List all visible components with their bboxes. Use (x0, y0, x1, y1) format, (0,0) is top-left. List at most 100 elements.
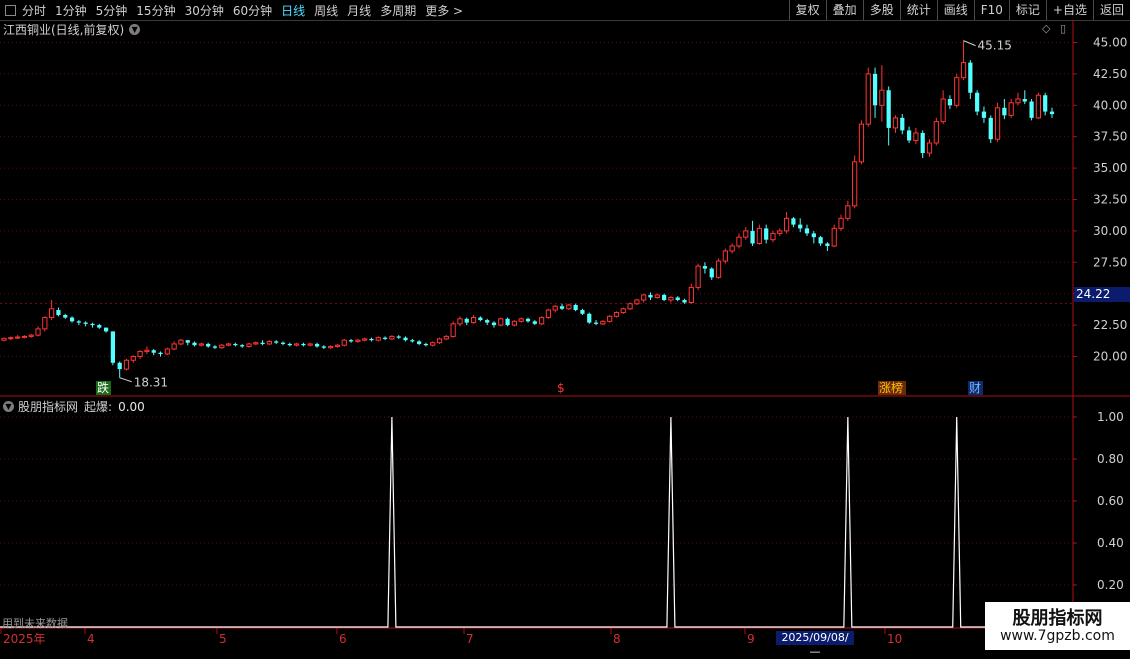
candle-body (736, 236, 742, 247)
candle-body (1015, 98, 1021, 104)
candle-body (341, 339, 347, 346)
candle-body (97, 325, 102, 328)
candle-body (811, 233, 816, 238)
y-tick-label: 32.50 (1093, 193, 1127, 207)
y-tick-label: 0.20 (1097, 578, 1124, 592)
candle-body (607, 315, 613, 322)
x-tick-label: 10 (887, 632, 902, 646)
candle-body (396, 336, 401, 338)
candle-body (926, 142, 933, 154)
candle-body (593, 322, 599, 324)
y-tick-label: 0.80 (1097, 452, 1124, 466)
candle-body (436, 338, 443, 344)
candle-body (818, 237, 823, 244)
candle-body (627, 303, 633, 310)
candle-body (791, 218, 796, 225)
candle-body (845, 205, 851, 219)
candle-body (1008, 102, 1014, 116)
candle-body (1029, 101, 1034, 118)
candle-body (334, 344, 341, 347)
candle-body (294, 343, 300, 346)
candle-body (858, 123, 865, 163)
candle-body (960, 62, 967, 79)
candle-body (225, 343, 232, 346)
candle-body (865, 73, 871, 125)
chevron-down-icon[interactable]: ▼ (3, 401, 14, 412)
candle-body (410, 340, 415, 342)
candle-body (301, 343, 306, 346)
candle-body (1035, 94, 1041, 119)
candle-body (729, 245, 735, 252)
candle-body (981, 111, 987, 118)
y-tick-label: 35.00 (1093, 161, 1127, 175)
y-tick-label: 30.00 (1093, 224, 1127, 238)
candle-body (552, 305, 558, 311)
candle-body (123, 359, 130, 370)
candle-body (900, 117, 905, 131)
candle-body (369, 338, 374, 341)
date-cursor-box: 2025/09/08/— (776, 631, 854, 658)
candle-body (988, 117, 993, 140)
candle-body (457, 318, 463, 325)
candle-body (668, 296, 674, 301)
candle-body (151, 350, 156, 353)
candle-body (838, 217, 844, 229)
candle-body (505, 318, 510, 326)
candle-body (423, 343, 429, 346)
candle-body (375, 337, 381, 341)
event-badge-zhangbang: 涨榜 (879, 380, 903, 395)
candle-body (90, 323, 95, 326)
candle-body (573, 305, 578, 311)
low-price-label: 18.31 (134, 376, 168, 390)
candle-body (954, 77, 960, 106)
x-tick-label: 4 (87, 632, 95, 646)
candle-body (158, 352, 163, 354)
candle-body (566, 304, 572, 310)
high-price-label: 45.15 (978, 39, 1012, 53)
candle-body (417, 341, 422, 344)
candle-body (783, 217, 790, 232)
low-pointer (119, 377, 132, 383)
x-tick-label: 8 (613, 632, 621, 646)
indicator-label: 起爆: (84, 400, 113, 414)
candle-body (661, 294, 667, 300)
candle-body (110, 331, 115, 363)
candle-body (804, 228, 810, 234)
candle-body (798, 224, 803, 229)
candle-body (233, 343, 238, 346)
candle-body (994, 107, 1001, 140)
candle-body (206, 343, 211, 347)
candle-body (722, 250, 728, 262)
candle-body (382, 337, 388, 339)
candle-body (198, 343, 204, 346)
candle-body (83, 322, 88, 324)
candle-body (35, 328, 41, 336)
candle-body (491, 322, 497, 326)
candle-body (695, 265, 701, 288)
candle-body (600, 320, 606, 325)
candle-body (362, 338, 368, 341)
candle-body (321, 346, 326, 348)
candle-body (580, 310, 585, 314)
candle-body (185, 340, 190, 343)
x-tick-label: 5 (219, 632, 227, 646)
candle-body (634, 299, 640, 305)
candle-body (8, 337, 14, 340)
candle-body (906, 130, 912, 141)
candle-body (620, 308, 626, 314)
candle-body (648, 294, 653, 298)
candle-body (171, 343, 177, 350)
candle-body (130, 356, 136, 361)
candle-body (49, 308, 55, 319)
candle-body (56, 310, 61, 316)
candle-body (1049, 111, 1055, 115)
candle-body (450, 323, 456, 337)
candle-body (164, 348, 170, 355)
candle-body (702, 266, 708, 269)
candle-body (464, 318, 469, 323)
y-tick-label: 22.50 (1093, 318, 1127, 332)
candle-body (246, 343, 252, 347)
indicator-line (0, 416, 985, 628)
candle-body (117, 362, 122, 370)
watermark-url: www.7gpzb.com (1000, 628, 1115, 644)
